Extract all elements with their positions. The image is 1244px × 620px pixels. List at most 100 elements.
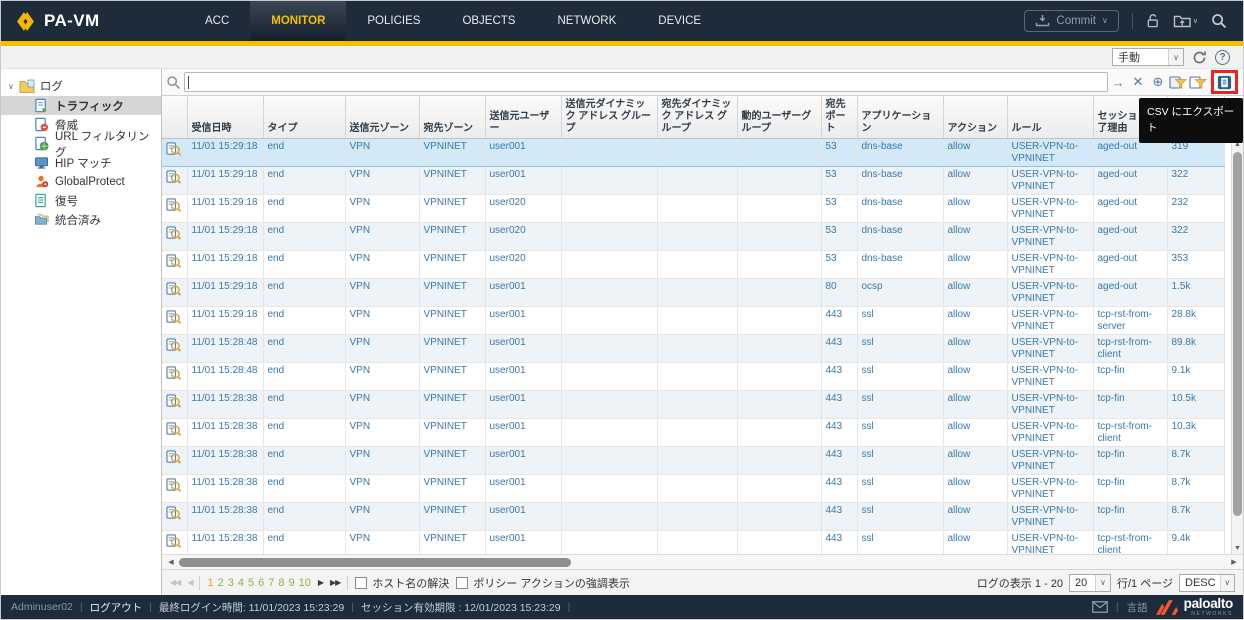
column-header-from-zone[interactable]: 送信元ゾーン <box>345 96 420 139</box>
log-detail-icon[interactable] <box>162 474 188 503</box>
table-row[interactable]: 11/01 15:29:18 end VPN VPNINET user001 443 ssl… <box>162 306 1225 335</box>
scrollbar-thumb[interactable] <box>1233 152 1242 516</box>
load-filter-icon[interactable] <box>1188 75 1208 90</box>
lock-icon[interactable] <box>1146 13 1160 29</box>
table-row[interactable]: 11/01 15:29:18 end VPN VPNINET user001 80 ocsp… <box>162 278 1225 307</box>
table-row[interactable]: 11/01 15:28:38 end VPN VPNINET user001 443 ssl… <box>162 418 1225 447</box>
refresh-interval-select[interactable]: 手動 ∨ <box>1112 48 1184 66</box>
sidebar-item-traffic[interactable]: トラフィック <box>1 96 161 115</box>
column-header-detail[interactable] <box>162 96 188 139</box>
refresh-icon[interactable] <box>1192 50 1207 65</box>
page-number[interactable]: 1 <box>207 577 213 589</box>
sort-order-select[interactable]: DESC ∨ <box>1179 573 1235 592</box>
log-filter-input[interactable] <box>184 72 1108 92</box>
log-detail-icon[interactable] <box>162 390 188 419</box>
page-number[interactable]: 9 <box>288 577 294 589</box>
column-header-source-dynamic-address-group[interactable]: 送信元ダイナミック アドレス グループ <box>561 96 658 139</box>
page-number[interactable]: 8 <box>278 577 284 589</box>
page-number[interactable]: 10 <box>299 577 311 589</box>
language-link[interactable]: 言語 <box>1127 600 1148 615</box>
sidebar-item-unified[interactable]: 統合済み <box>1 210 161 229</box>
column-header-to-zone[interactable]: 宛先ゾーン <box>419 96 486 139</box>
checkbox-icon[interactable] <box>456 576 469 589</box>
log-detail-icon[interactable] <box>162 138 188 167</box>
clear-filter-icon[interactable]: ✕ <box>1128 74 1148 90</box>
log-detail-icon[interactable] <box>162 222 188 251</box>
policy-highlight-checkbox[interactable]: ポリシー アクションの強調表示 <box>456 575 630 591</box>
log-detail-icon[interactable] <box>162 250 188 279</box>
table-row[interactable]: 11/01 15:28:38 end VPN VPNINET user001 443 ssl… <box>162 390 1225 419</box>
export-csv-button[interactable] <box>1217 75 1232 90</box>
log-detail-icon[interactable] <box>162 194 188 223</box>
scroll-right-icon[interactable]: ▶ <box>1228 558 1240 566</box>
table-row[interactable]: 11/01 15:28:38 end VPN VPNINET user001 443 ssl… <box>162 530 1225 554</box>
column-header-action[interactable]: アクション <box>943 96 1008 139</box>
column-header-rule[interactable]: ルール <box>1007 96 1094 139</box>
collapse-icon[interactable]: ∨ <box>8 82 14 91</box>
vertical-scrollbar[interactable]: ▲ ▼ <box>1231 139 1243 554</box>
tasks-envelope-icon[interactable] <box>1092 601 1108 613</box>
page-number[interactable]: 6 <box>258 577 264 589</box>
sidebar-item-globalprotect[interactable]: GlobalProtect <box>1 172 161 191</box>
apply-filter-icon[interactable]: → <box>1108 75 1128 90</box>
table-row[interactable]: 11/01 15:28:48 end VPN VPNINET user001 443 ssl… <box>162 334 1225 363</box>
sidebar-item-url-filtering[interactable]: URL フィルタリング <box>1 131 161 159</box>
prev-page-button[interactable]: ◀ <box>187 578 193 587</box>
resolve-hostname-checkbox[interactable]: ホスト名の解決 <box>355 575 449 591</box>
column-header-destination-dynamic-address-group[interactable]: 宛先ダイナミック アドレス グループ <box>657 96 738 139</box>
save-config-icon[interactable]: ∨ <box>1173 14 1198 29</box>
horizontal-scrollbar[interactable]: ◀ ▶ <box>162 554 1243 569</box>
table-row[interactable]: 11/01 15:28:38 end VPN VPNINET user001 443 ssl… <box>162 502 1225 531</box>
logout-link[interactable]: ログアウト <box>90 600 143 615</box>
table-row[interactable]: 11/01 15:29:18 end VPN VPNINET user020 53 dns-… <box>162 194 1225 223</box>
log-detail-icon[interactable] <box>162 334 188 363</box>
tab-acc[interactable]: ACC <box>184 1 250 41</box>
table-row[interactable]: 11/01 15:28:38 end VPN VPNINET user001 443 ssl… <box>162 474 1225 503</box>
rows-per-page-select[interactable]: 20 ∨ <box>1068 573 1111 592</box>
column-header-application[interactable]: アプリケーション <box>857 96 944 139</box>
next-page-button[interactable]: ▶ <box>318 578 324 587</box>
table-row[interactable]: 11/01 15:28:48 end VPN VPNINET user001 443 ssl… <box>162 362 1225 391</box>
scroll-left-icon[interactable]: ◀ <box>165 558 177 566</box>
page-number[interactable]: 5 <box>248 577 254 589</box>
log-detail-icon[interactable] <box>162 306 188 335</box>
log-detail-icon[interactable] <box>162 278 188 307</box>
global-find-icon[interactable] <box>1211 13 1227 29</box>
column-header-source-user[interactable]: 送信元ユーザー <box>485 96 562 139</box>
tab-network[interactable]: NETWORK <box>536 1 637 41</box>
scroll-down-icon[interactable]: ▼ <box>1232 545 1243 552</box>
table-row[interactable]: 11/01 15:29:18 end VPN VPNINET user020 53 dns-… <box>162 250 1225 279</box>
help-icon[interactable]: ? <box>1215 49 1230 65</box>
sidebar-item-logs[interactable]: ∨ ログ <box>1 76 161 96</box>
checkbox-icon[interactable] <box>355 576 368 589</box>
column-header-to-port[interactable]: 宛先ポート <box>821 96 858 139</box>
log-detail-icon[interactable] <box>162 530 188 554</box>
page-number[interactable]: 2 <box>218 577 224 589</box>
commit-button[interactable]: Commit ∨ <box>1024 10 1119 32</box>
tab-device[interactable]: DEVICE <box>637 1 722 41</box>
first-page-button[interactable]: ◀◀ <box>170 578 181 587</box>
column-header-receive-time[interactable]: 受信日時 <box>187 96 264 139</box>
page-number[interactable]: 7 <box>268 577 274 589</box>
page-number[interactable]: 4 <box>238 577 244 589</box>
scrollbar-thumb[interactable] <box>179 557 571 567</box>
column-header-type[interactable]: タイプ <box>263 96 346 139</box>
tab-policies[interactable]: POLICIES <box>346 1 441 41</box>
table-row[interactable]: 11/01 15:29:18 end VPN VPNINET user001 53 dns-… <box>162 166 1225 195</box>
page-number[interactable]: 3 <box>228 577 234 589</box>
last-page-button[interactable]: ▶▶ <box>330 578 341 587</box>
table-row[interactable]: 11/01 15:29:18 end VPN VPNINET user020 53 dns-… <box>162 222 1225 251</box>
add-filter-icon[interactable]: ⊕ <box>1148 74 1168 90</box>
table-row[interactable]: 11/01 15:28:38 end VPN VPNINET user001 443 ssl… <box>162 446 1225 475</box>
sidebar-item-decryption[interactable]: 復号 <box>1 191 161 210</box>
log-detail-icon[interactable] <box>162 502 188 531</box>
tab-monitor[interactable]: MONITOR <box>250 1 347 41</box>
tab-objects[interactable]: OBJECTS <box>441 1 536 41</box>
save-filter-icon[interactable] <box>1168 75 1188 90</box>
log-detail-icon[interactable] <box>162 362 188 391</box>
column-header-dynamic-user-group[interactable]: 動的ユーザーグループ <box>737 96 822 139</box>
log-detail-icon[interactable] <box>162 166 188 195</box>
table-row[interactable]: 11/01 15:29:18 end VPN VPNINET user001 53 dns-… <box>162 138 1225 167</box>
log-detail-icon[interactable] <box>162 418 188 447</box>
log-detail-icon[interactable] <box>162 446 188 475</box>
